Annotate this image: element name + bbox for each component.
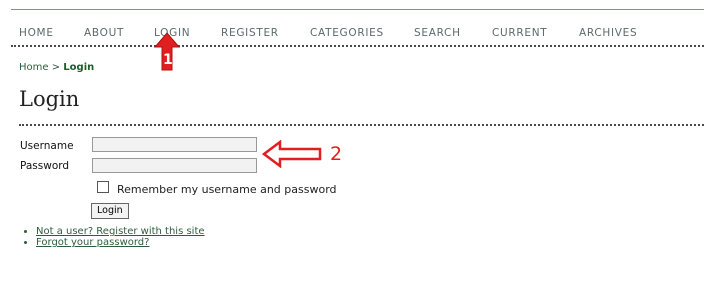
page-title: Login — [19, 87, 80, 111]
breadcrumb-home[interactable]: Home — [19, 62, 49, 73]
remember-checkbox[interactable] — [97, 181, 109, 193]
nav-search[interactable]: SEARCH — [414, 27, 461, 39]
nav-archives[interactable]: ARCHIVES — [579, 27, 637, 39]
nav-current[interactable]: CURRENT — [492, 27, 547, 39]
login-button[interactable]: Login — [91, 203, 129, 219]
list-item: Forgot your password? — [36, 237, 205, 248]
username-input[interactable] — [92, 137, 257, 152]
header-rule — [11, 9, 704, 10]
nav-divider — [11, 45, 704, 47]
list-item: Not a user? Register with this site — [36, 226, 205, 237]
nav-categories[interactable]: CATEGORIES — [310, 27, 384, 39]
remember-label: Remember my username and password — [117, 183, 337, 196]
forgot-password-link[interactable]: Forgot your password? — [36, 237, 149, 248]
password-label: Password — [20, 160, 70, 172]
nav-about[interactable]: ABOUT — [84, 27, 124, 39]
breadcrumb-separator: > — [51, 62, 61, 73]
annotation-number-1: 1 — [163, 52, 173, 68]
nav-home[interactable]: HOME — [19, 27, 54, 39]
blank-patch — [347, 154, 375, 187]
register-link[interactable]: Not a user? Register with this site — [36, 226, 205, 237]
annotation-number-2: 2 — [330, 143, 343, 165]
username-label: Username — [20, 140, 74, 152]
password-input[interactable] — [92, 158, 257, 173]
breadcrumb-current[interactable]: Login — [63, 62, 94, 73]
breadcrumb: Home > Login — [19, 62, 94, 73]
nav-register[interactable]: REGISTER — [221, 27, 279, 39]
arrow-left-icon — [262, 140, 322, 168]
help-links: Not a user? Register with this site Forg… — [26, 226, 205, 248]
title-divider — [19, 124, 704, 126]
